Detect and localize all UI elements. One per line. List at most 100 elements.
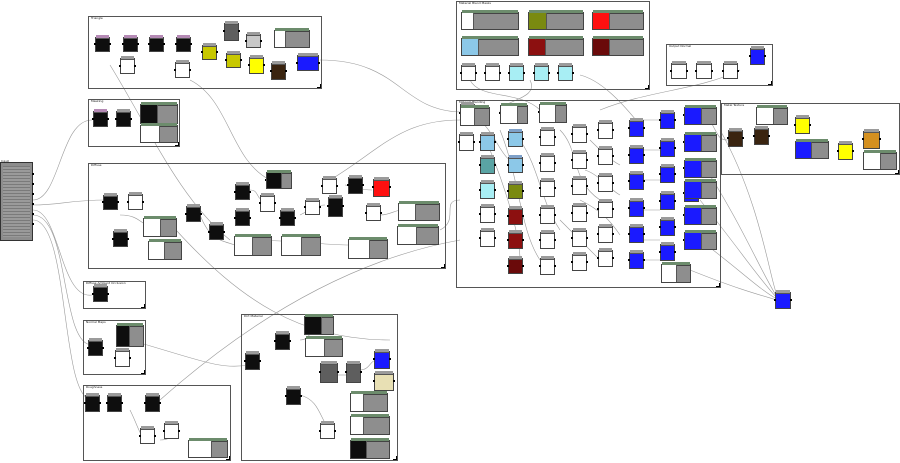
output-port[interactable] [240, 59, 242, 62]
input-port[interactable] [144, 402, 146, 404]
output-port[interactable] [294, 216, 296, 219]
node-header[interactable] [599, 146, 612, 150]
node-header[interactable] [599, 248, 612, 252]
graph-node[interactable] [319, 421, 336, 439]
output-port[interactable] [319, 206, 321, 209]
node-header[interactable] [374, 177, 389, 181]
input-port[interactable] [628, 207, 630, 209]
output-port[interactable] [189, 68, 191, 71]
graph-node[interactable] [479, 132, 496, 151]
input-port[interactable] [659, 173, 661, 175]
node-header[interactable] [541, 127, 554, 131]
frame-material-blending[interactable]: Material Blending [456, 100, 721, 288]
graph-node[interactable] [234, 182, 251, 200]
graph-node[interactable] [597, 248, 614, 267]
graph-node[interactable] [597, 146, 614, 165]
graph-node[interactable] [144, 393, 161, 412]
node-header[interactable] [864, 129, 879, 133]
output-port[interactable] [586, 185, 588, 187]
output-port[interactable] [522, 189, 524, 192]
output-port[interactable] [790, 299, 792, 301]
output-port[interactable] [522, 239, 524, 241]
node-header[interactable] [839, 141, 852, 145]
input-port[interactable] [373, 380, 375, 383]
graph-node[interactable] [479, 204, 496, 223]
input-port[interactable] [372, 186, 374, 189]
output-port[interactable] [32, 173, 34, 175]
input-port[interactable] [270, 70, 272, 72]
input-port[interactable] [185, 212, 187, 215]
preview-node[interactable] [188, 438, 228, 458]
graph-node[interactable] [571, 228, 588, 247]
node-header[interactable] [661, 164, 674, 168]
input-port[interactable] [319, 371, 321, 374]
node-header[interactable] [630, 118, 643, 122]
input-port[interactable] [139, 434, 141, 437]
preview-node[interactable] [350, 391, 388, 412]
output-port[interactable] [285, 70, 287, 72]
graph-node[interactable] [722, 61, 739, 79]
input-port[interactable] [507, 137, 509, 140]
graph-node[interactable] [458, 132, 475, 151]
graph-node[interactable] [597, 199, 614, 218]
output-port[interactable] [522, 163, 524, 166]
input-port[interactable] [479, 189, 481, 191]
node-header[interactable] [96, 35, 109, 39]
output-port[interactable] [879, 138, 881, 141]
output-port[interactable] [130, 117, 132, 120]
node-header[interactable] [509, 129, 522, 133]
graph-node[interactable] [304, 198, 321, 215]
output-port[interactable] [159, 402, 161, 404]
input-port[interactable] [479, 141, 481, 143]
node-header[interactable] [541, 256, 554, 260]
preview-node[interactable] [684, 205, 717, 225]
output-port[interactable] [612, 208, 614, 210]
graph-node[interactable] [345, 361, 362, 383]
graph-node[interactable] [102, 193, 119, 210]
output-port[interactable] [494, 189, 496, 191]
graph-node[interactable] [84, 393, 101, 412]
input-port[interactable] [285, 395, 287, 397]
input-port[interactable] [571, 237, 573, 239]
node-graph-canvas[interactable]: Input Triangle Masking Diffuse Diffuse A… [0, 0, 900, 463]
node-header[interactable] [94, 109, 107, 113]
graph-node[interactable] [270, 61, 287, 80]
output-port[interactable] [586, 159, 588, 161]
graph-node[interactable] [321, 176, 338, 194]
output-port[interactable] [178, 429, 180, 432]
node-header[interactable] [272, 61, 285, 65]
output-port[interactable] [300, 395, 302, 397]
node-header[interactable] [349, 175, 362, 179]
input-port[interactable] [484, 71, 486, 74]
input-port[interactable] [659, 119, 661, 121]
graph-node[interactable] [174, 60, 191, 78]
graph-node[interactable] [327, 195, 344, 217]
output-port[interactable] [612, 129, 614, 131]
output-port[interactable] [674, 226, 676, 228]
input-port[interactable] [749, 55, 751, 57]
output-port[interactable] [216, 51, 218, 54]
graph-node[interactable] [749, 46, 766, 65]
output-port[interactable] [238, 30, 240, 33]
output-port[interactable] [494, 141, 496, 143]
output-port[interactable] [249, 190, 251, 193]
preview-node[interactable] [234, 234, 272, 256]
input-port[interactable] [479, 213, 481, 215]
input-port[interactable] [92, 292, 94, 295]
graph-node[interactable] [175, 35, 192, 52]
node-header[interactable] [236, 182, 249, 186]
preview-node[interactable] [397, 224, 439, 245]
graph-node[interactable] [373, 371, 395, 391]
output-port[interactable] [342, 205, 344, 208]
output-port[interactable] [289, 340, 291, 342]
graph-node[interactable] [460, 63, 477, 81]
graph-node[interactable] [372, 177, 391, 197]
graph-node[interactable] [279, 208, 296, 226]
output-port[interactable] [107, 117, 109, 120]
graph-node[interactable] [571, 176, 588, 195]
output-port[interactable] [554, 162, 556, 164]
graph-node[interactable] [753, 126, 770, 145]
output-port[interactable] [127, 237, 129, 240]
node-header[interactable] [630, 198, 643, 202]
input-port[interactable] [225, 59, 227, 62]
